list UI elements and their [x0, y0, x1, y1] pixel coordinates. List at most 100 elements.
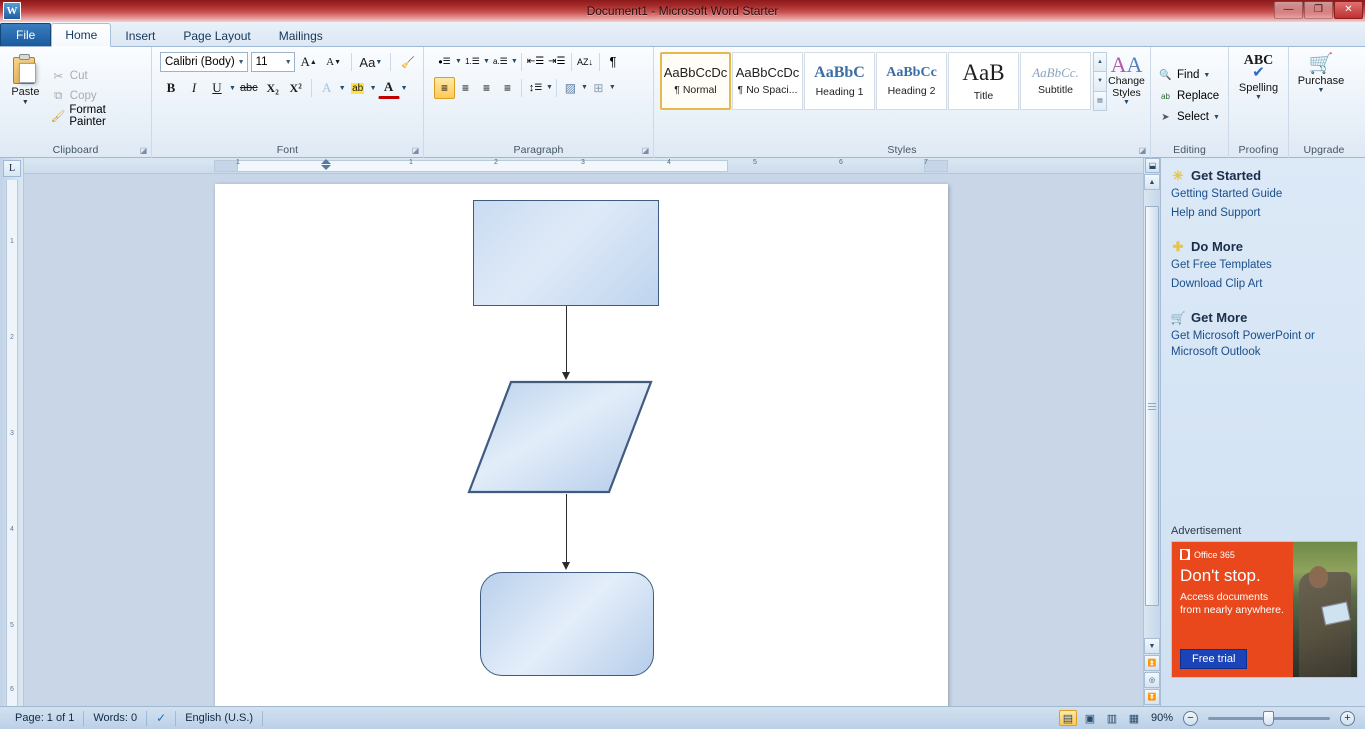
shrink-font-button[interactable]: A▼ — [323, 51, 345, 73]
vertical-ruler[interactable]: L 1 2 3 4 5 6 — [0, 158, 24, 706]
next-page-button[interactable]: ⏬ — [1144, 689, 1160, 705]
font-name-combo[interactable]: Calibri (Body) ▼ — [160, 52, 248, 72]
chevron-down-icon[interactable]: ▼ — [483, 58, 490, 65]
style-no-spacing[interactable]: AaBbCcDc ¶ No Spaci... — [732, 52, 803, 110]
change-case-button[interactable]: Aa▼ — [358, 51, 385, 73]
sidebar-link-help-and-support[interactable]: Help and Support — [1171, 206, 1357, 222]
line-spacing-button[interactable]: ↕☰ — [525, 77, 546, 99]
chevron-down-icon[interactable]: ▼ — [1318, 87, 1325, 94]
maximize-button[interactable]: ❐ — [1304, 1, 1333, 19]
purchase-button[interactable]: 🛒 Purchase ▼ — [1293, 50, 1349, 142]
scroll-up-button[interactable]: ▲ — [1144, 174, 1160, 190]
chevron-down-icon[interactable]: ▼ — [1213, 114, 1220, 121]
styles-scroll-up-button[interactable]: ▲ — [1093, 52, 1107, 72]
font-size-combo[interactable]: 11 ▼ — [251, 52, 295, 72]
sidebar-link-getting-started-guide[interactable]: Getting Started Guide — [1171, 187, 1357, 203]
align-left-button[interactable]: ≡ — [434, 77, 455, 99]
view-draft-button[interactable]: ▦ — [1125, 710, 1143, 726]
chevron-down-icon[interactable]: ▼ — [1203, 72, 1210, 79]
scroll-down-button[interactable]: ▼ — [1144, 638, 1160, 654]
font-color-button[interactable]: A — [378, 77, 400, 99]
sidebar-link-get-free-templates[interactable]: Get Free Templates — [1171, 258, 1357, 274]
chevron-down-icon[interactable]: ▼ — [455, 58, 462, 65]
chevron-down-icon[interactable]: ▼ — [581, 84, 588, 91]
zoom-slider-track[interactable] — [1208, 717, 1330, 720]
advertisement-banner[interactable]: Office 365 Don't stop. Access documents … — [1171, 541, 1358, 678]
replace-button[interactable]: ab Replace — [1155, 86, 1223, 107]
clear-formatting-button[interactable]: 🧹 — [397, 51, 419, 73]
chevron-down-icon[interactable]: ▼ — [401, 85, 408, 92]
chevron-down-icon[interactable]: ▼ — [229, 85, 236, 92]
tab-file[interactable]: File — [0, 23, 51, 46]
subscript-button[interactable]: X₂ — [262, 77, 284, 99]
styles-scroll-down-button[interactable]: ▼ — [1093, 71, 1107, 91]
tab-stop-selector-button[interactable]: L — [3, 160, 21, 177]
decrease-indent-button[interactable]: ⇤☰ — [525, 51, 546, 73]
clipboard-dialog-launcher[interactable]: ◪ — [139, 146, 148, 155]
chevron-down-icon[interactable]: ▼ — [1255, 94, 1262, 101]
chevron-down-icon[interactable]: ▼ — [235, 59, 245, 66]
horizontal-ruler[interactable]: 1 1 2 3 4 5 6 7 — [24, 158, 1143, 174]
zoom-in-button[interactable]: + — [1340, 711, 1355, 726]
sidebar-link-get-powerpoint-or-outlook[interactable]: Get Microsoft PowerPoint or Microsoft Ou… — [1171, 329, 1357, 360]
grow-font-button[interactable]: A▲ — [298, 51, 320, 73]
copy-button[interactable]: ⧉ Copy — [49, 86, 147, 106]
paste-button[interactable]: Paste ▼ — [4, 50, 47, 142]
style-heading-2[interactable]: AaBbCc Heading 2 — [876, 52, 947, 110]
zoom-slider-thumb[interactable] — [1263, 711, 1274, 726]
view-print-layout-button[interactable]: ▤ — [1059, 710, 1077, 726]
superscript-button[interactable]: X² — [285, 77, 307, 99]
styles-more-button[interactable]: ▤ — [1093, 91, 1107, 111]
show-formatting-marks-button[interactable]: ¶ — [603, 51, 624, 73]
strikethrough-button[interactable]: abc — [237, 77, 261, 99]
text-effects-button[interactable]: A — [316, 77, 338, 99]
ad-free-trial-button[interactable]: Free trial — [1180, 649, 1247, 669]
find-button[interactable]: 🔍 Find ▼ — [1155, 65, 1223, 86]
align-right-button[interactable]: ≡ — [476, 77, 497, 99]
chevron-down-icon[interactable]: ▼ — [546, 84, 553, 91]
styles-dialog-launcher[interactable]: ◪ — [1138, 146, 1147, 155]
flowchart-process-rectangle[interactable] — [473, 200, 659, 306]
chevron-down-icon[interactable]: ▼ — [609, 84, 616, 91]
zoom-out-button[interactable]: − — [1183, 711, 1198, 726]
bullets-button[interactable]: •☰ — [434, 51, 455, 73]
tab-page-layout[interactable]: Page Layout — [169, 24, 264, 46]
increase-indent-button[interactable]: ⇥☰ — [546, 51, 567, 73]
split-window-button[interactable]: ⬓ — [1145, 158, 1160, 173]
indent-marker[interactable] — [321, 158, 331, 173]
status-language[interactable]: English (U.S.) — [176, 711, 263, 726]
select-button[interactable]: ➤ Select ▼ — [1155, 107, 1223, 128]
chevron-down-icon[interactable]: ▼ — [22, 99, 29, 106]
zoom-level-label[interactable]: 90% — [1151, 712, 1173, 724]
style-normal[interactable]: AaBbCcDc ¶ Normal — [660, 52, 731, 110]
scrollbar-thumb[interactable] — [1145, 206, 1159, 606]
view-full-screen-reading-button[interactable]: ▣ — [1081, 710, 1099, 726]
chevron-down-icon[interactable]: ▼ — [282, 59, 292, 66]
justify-button[interactable]: ≡ — [497, 77, 518, 99]
font-dialog-launcher[interactable]: ◪ — [411, 146, 420, 155]
document-page[interactable] — [215, 184, 948, 706]
chevron-down-icon[interactable]: ▼ — [339, 85, 346, 92]
close-button[interactable]: ✕ — [1334, 1, 1363, 19]
flowchart-data-parallelogram[interactable] — [467, 380, 653, 494]
underline-button[interactable]: U — [206, 77, 228, 99]
connector-2[interactable] — [566, 494, 567, 566]
borders-button[interactable]: ⊞ — [588, 77, 609, 99]
chevron-down-icon[interactable]: ▼ — [370, 85, 377, 92]
paragraph-dialog-launcher[interactable]: ◪ — [641, 146, 650, 155]
highlight-button[interactable]: ab — [347, 77, 369, 99]
change-styles-button[interactable]: AA Change Styles ▼ — [1107, 50, 1146, 142]
tab-insert[interactable]: Insert — [111, 24, 169, 46]
format-painter-button[interactable]: 🖌 Format Painter — [49, 106, 147, 126]
status-page[interactable]: Page: 1 of 1 — [6, 711, 84, 726]
numbering-button[interactable]: 1.☰ — [462, 51, 483, 73]
bold-button[interactable]: B — [160, 77, 182, 99]
vertical-scrollbar[interactable]: ⬓ ▲ ▼ ⏫ ◎ ⏬ — [1143, 158, 1160, 706]
style-title[interactable]: AaB Title — [948, 52, 1019, 110]
shading-button[interactable]: ▨ — [560, 77, 581, 99]
align-center-button[interactable]: ≡ — [455, 77, 476, 99]
spelling-button[interactable]: ABC ✔ Spelling ▼ — [1233, 50, 1284, 142]
style-subtitle[interactable]: AaBbCc. Subtitle — [1020, 52, 1091, 110]
sidebar-link-download-clip-art[interactable]: Download Clip Art — [1171, 277, 1357, 293]
style-heading-1[interactable]: AaBbC Heading 1 — [804, 52, 875, 110]
